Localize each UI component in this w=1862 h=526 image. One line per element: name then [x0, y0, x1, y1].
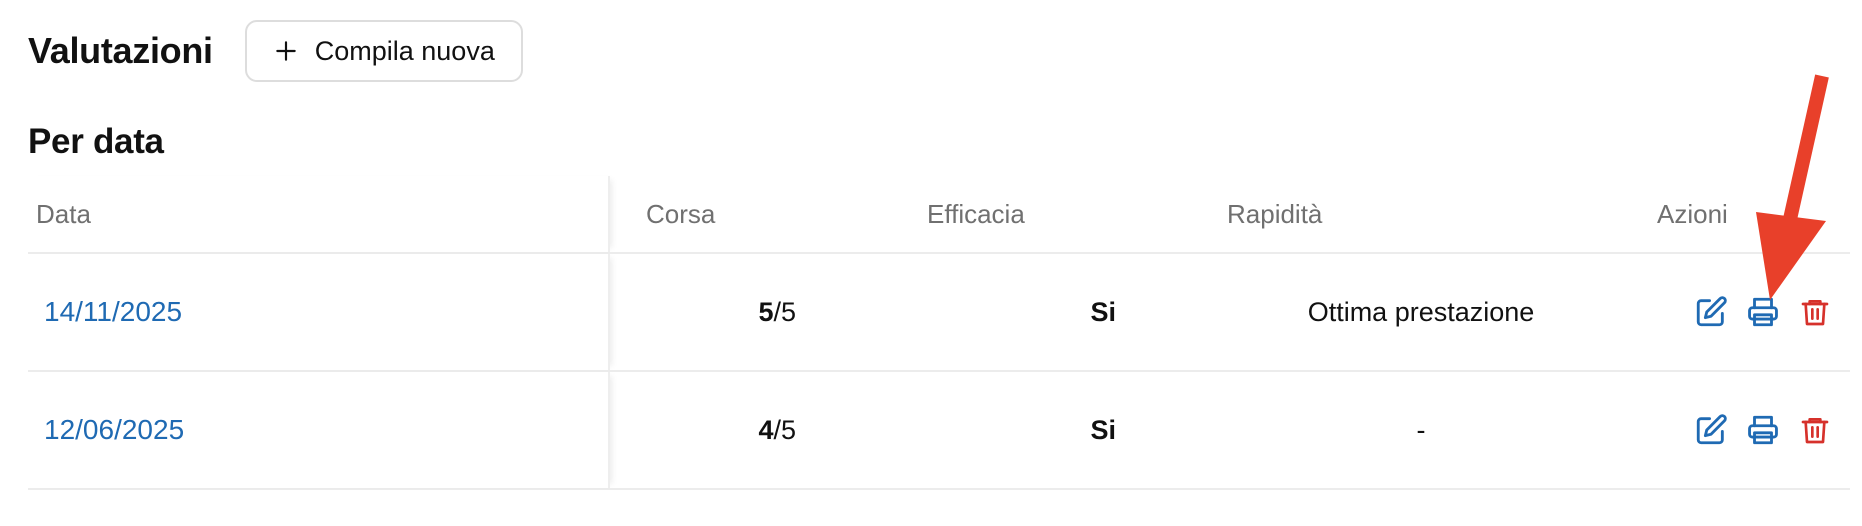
- page-header: Valutazioni Compila nuova: [28, 20, 523, 82]
- table-header-row: Data Corsa Efficacia Rapidità Azioni: [28, 176, 1850, 254]
- corsa-cell: 4/5: [610, 415, 891, 446]
- compila-nuova-label: Compila nuova: [314, 35, 495, 66]
- column-divider: [608, 254, 610, 370]
- corsa-max: /5: [773, 296, 796, 327]
- corsa-max: /5: [773, 414, 796, 445]
- trash-icon[interactable]: [1797, 412, 1833, 448]
- efficacia-cell: Si: [1090, 296, 1116, 327]
- trash-icon[interactable]: [1797, 294, 1833, 330]
- table-row: 14/11/2025 5/5 Si Ottima prestazione: [28, 254, 1850, 372]
- section-title: Per data: [28, 122, 164, 161]
- column-header-data: Data: [28, 176, 610, 252]
- date-link[interactable]: 14/11/2025: [44, 296, 182, 328]
- date-cell: 12/06/2025: [28, 372, 610, 488]
- actions-cell: [1651, 412, 1850, 448]
- column-header-azioni: Azioni: [1657, 198, 1728, 229]
- column-divider: [608, 372, 610, 488]
- corsa-score: 5: [758, 296, 774, 327]
- corsa-score: 4: [758, 414, 774, 445]
- edit-icon[interactable]: [1693, 294, 1729, 330]
- efficacia-cell: Si: [1090, 414, 1116, 445]
- printer-icon[interactable]: [1745, 412, 1781, 448]
- date-link[interactable]: 12/06/2025: [44, 414, 184, 446]
- page-title: Valutazioni: [28, 30, 213, 71]
- plus-icon: [273, 38, 299, 64]
- column-header-corsa: Corsa: [646, 198, 716, 229]
- printer-icon[interactable]: [1745, 294, 1781, 330]
- column-header-rapidita: Rapidità: [1227, 198, 1323, 229]
- rapidita-cell: Ottima prestazione: [1307, 296, 1535, 327]
- column-divider: [608, 176, 610, 252]
- corsa-cell: 5/5: [610, 297, 891, 328]
- edit-icon[interactable]: [1693, 412, 1729, 448]
- valutazioni-table: Data Corsa Efficacia Rapidità Azioni 14/…: [28, 176, 1850, 490]
- rapidita-cell: -: [1416, 414, 1426, 445]
- actions-cell: [1651, 294, 1850, 330]
- column-header-efficacia: Efficacia: [927, 198, 1025, 229]
- date-cell: 14/11/2025: [28, 254, 610, 370]
- compila-nuova-button[interactable]: Compila nuova: [244, 20, 523, 82]
- table-row: 12/06/2025 4/5 Si -: [28, 372, 1850, 490]
